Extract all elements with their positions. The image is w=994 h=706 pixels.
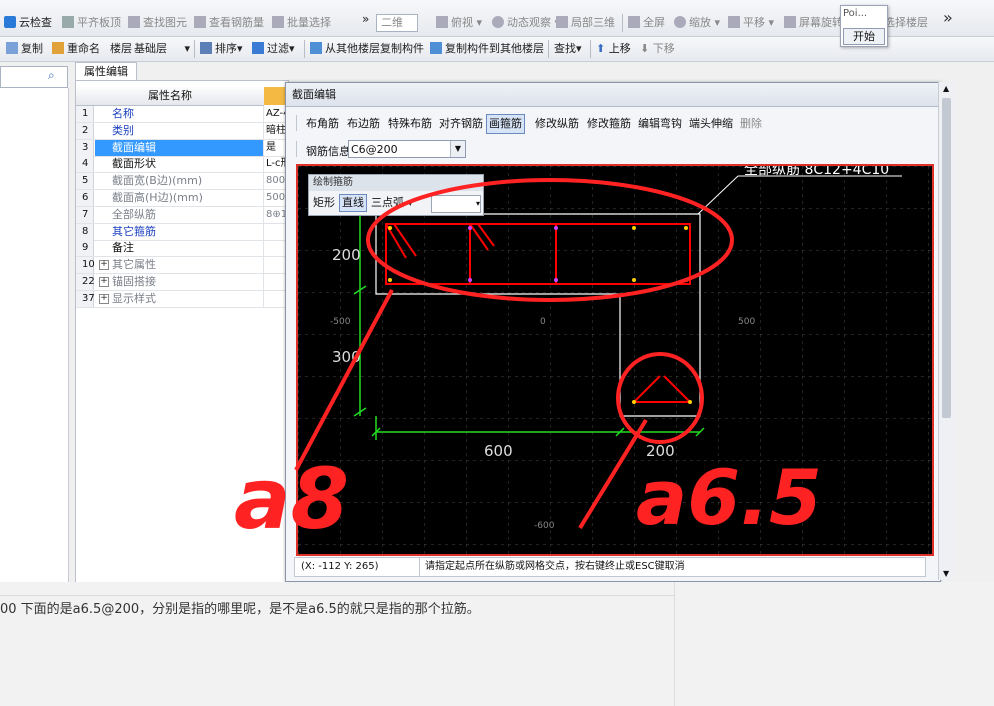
annotation-ellipse <box>366 178 734 302</box>
annotation-arrow <box>294 289 394 471</box>
annotation-a8: a8 <box>234 450 349 548</box>
annotation-circle <box>616 352 704 444</box>
annotation-overlay: a8 a6.5 <box>234 178 822 548</box>
annotation-a65: a6.5 <box>636 453 822 542</box>
